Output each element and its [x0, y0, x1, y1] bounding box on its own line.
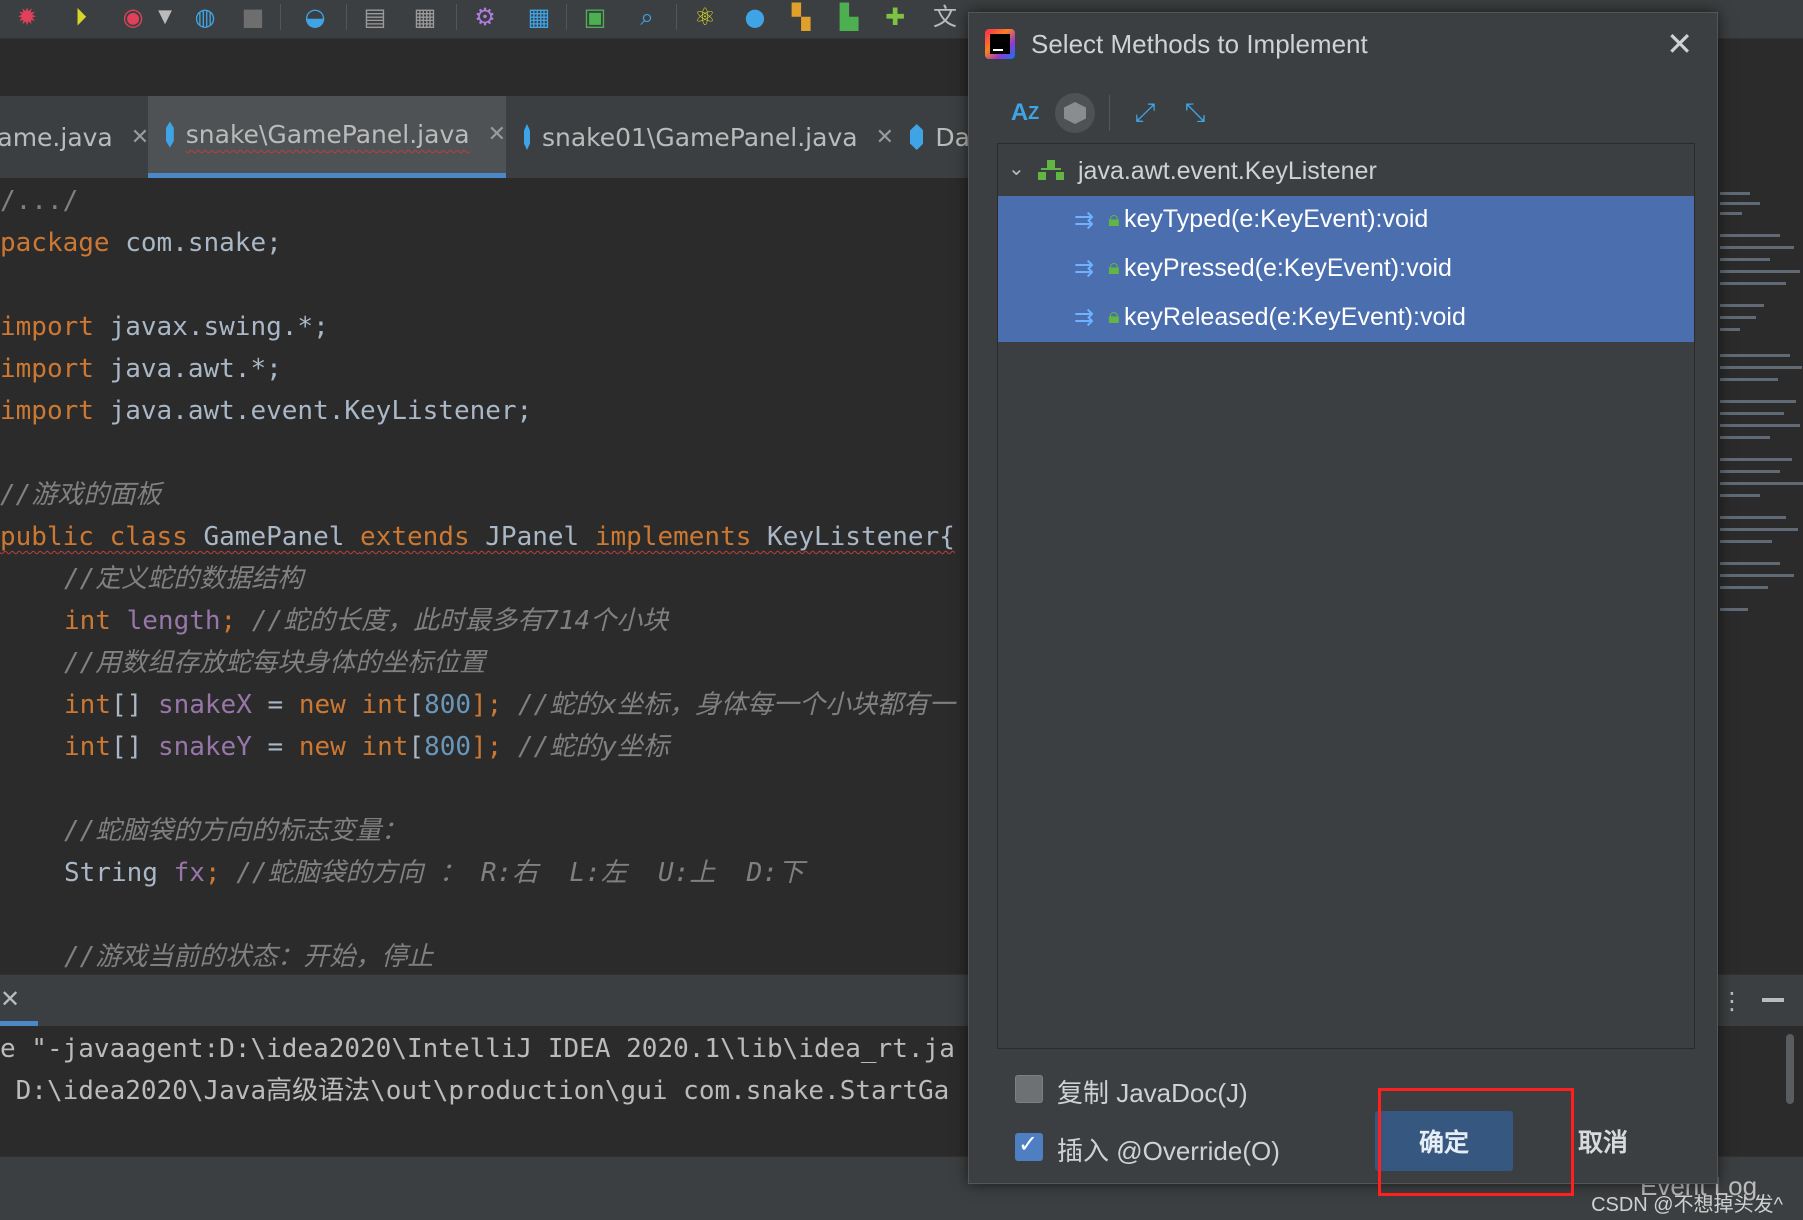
tree-item-method[interactable]: ⇉ 🔒︎ keyReleased(e:KeyEvent):void	[998, 293, 1694, 342]
code-line: //游戏当前的状态：开始，停止	[64, 942, 434, 972]
tree-node-interface[interactable]: ⌄ java.awt.event.KeyListener	[998, 144, 1694, 200]
sync-icon[interactable]: ◒	[300, 2, 330, 32]
run-coverage-icon[interactable]: ⏵	[66, 2, 96, 32]
code-line: package com.snake;	[0, 228, 282, 258]
select-methods-dialog: Select Methods to Implement ✕ AZ ⤢ ⤡ ⌄ j…	[968, 12, 1718, 1184]
code-minimap[interactable]	[1715, 178, 1803, 974]
tab-snake01-gamepanel[interactable]: snake01\GamePanel.java ✕	[524, 96, 894, 178]
settings-icon[interactable]: ⚙	[470, 2, 500, 32]
collapse-all-icon[interactable]: ⤡	[1175, 93, 1215, 133]
code-line: //用数组存放蛇每块身体的坐标位置	[64, 648, 486, 678]
more-icon[interactable]: ⋮	[1720, 987, 1744, 1015]
toolbar-separator	[280, 4, 281, 30]
lock-icon: 🔒︎	[1108, 206, 1120, 231]
debug-icon[interactable]: ✹	[12, 2, 42, 32]
insert-override-checkbox[interactable]: ✓	[1015, 1130, 1043, 1161]
code-line: int[] snakeX = new int[800]; //蛇的x坐标，身体每…	[64, 690, 955, 720]
method-label: keyTyped(e:KeyEvent):void	[1124, 205, 1429, 233]
java-class-icon	[910, 124, 924, 150]
editor-tab-bar: Game.java ✕ snake\GamePanel.java ✕ snake…	[0, 96, 1000, 179]
code-line: import javax.swing.*;	[0, 312, 329, 342]
deploy-icon[interactable]: ▦	[410, 2, 440, 32]
layout-icon[interactable]: ▚	[786, 2, 816, 32]
dialog-title: Select Methods to Implement	[1031, 29, 1368, 59]
code-editor[interactable]: /.../ package com.snake; import javax.sw…	[0, 178, 970, 974]
code-line: String fx; //蛇脑袋的方向 ： R:右 L:左 U:上 D:下	[64, 858, 804, 888]
method-label: keyPressed(e:KeyEvent):void	[1124, 254, 1452, 282]
interface-shape	[1064, 102, 1086, 124]
build-icon[interactable]: ▤	[360, 2, 390, 32]
interface-name: java.awt.event.KeyListener	[1078, 157, 1377, 185]
close-icon[interactable]: ✕	[1666, 25, 1693, 63]
terminal-icon[interactable]: ▣	[580, 2, 610, 32]
update-icon[interactable]: ◍	[190, 2, 220, 32]
code-line: import java.awt.*;	[0, 354, 282, 384]
copy-javadoc-checkbox[interactable]	[1015, 1075, 1043, 1103]
tab-label: snake\GamePanel.java	[185, 120, 470, 149]
scrollbar[interactable]	[1786, 1034, 1794, 1104]
tab-game-java[interactable]: Game.java ✕	[0, 96, 149, 178]
code-line: //蛇脑袋的方向的标志变量：	[64, 816, 408, 846]
interface-hierarchy-icon	[1038, 160, 1064, 182]
close-icon[interactable]: ✕	[0, 985, 20, 1013]
code-line: int[] snakeY = new int[800]; //蛇的y坐标	[64, 732, 669, 762]
close-icon[interactable]: ✕	[131, 125, 149, 150]
dialog-title-bar[interactable]: Select Methods to Implement ✕	[969, 13, 1717, 77]
tree-item-method[interactable]: ⇉ 🔒︎ keyPressed(e:KeyEvent):void	[998, 244, 1694, 293]
chart-icon[interactable]: ▙	[834, 2, 864, 32]
expand-all-icon[interactable]: ⤢	[1125, 93, 1165, 133]
sort-alphabetically-icon[interactable]: AZ	[1005, 93, 1045, 133]
toolbar-separator	[676, 4, 677, 30]
profiler-icon[interactable]: ◉	[118, 2, 148, 32]
close-icon[interactable]: ✕	[488, 122, 506, 147]
java-class-icon	[166, 121, 174, 148]
methods-tree[interactable]: ⌄ java.awt.event.KeyListener ⇉ 🔒︎ keyTyp…	[997, 143, 1695, 1049]
tab-label: Da	[935, 122, 970, 152]
code-line: //定义蛇的数据结构	[64, 564, 304, 594]
tab-label: snake01\GamePanel.java	[541, 122, 858, 152]
chevron-down-icon[interactable]: ⌄	[1008, 156, 1025, 181]
console-line: e "-javaagent:D:\idea2020\IntelliJ IDEA …	[0, 1034, 955, 1064]
java-class-icon	[524, 124, 530, 150]
close-icon[interactable]: ✕	[876, 125, 894, 150]
lock-icon: 🔒︎	[1108, 254, 1120, 279]
console-line: D:\idea2020\Java高级语法\out\production\gui …	[0, 1076, 950, 1106]
toolbar-separator	[1109, 95, 1110, 131]
plugin-icon[interactable]: ✚	[880, 2, 910, 32]
code-line: /.../	[0, 186, 79, 216]
code-line: //游戏的面板	[0, 480, 162, 510]
translate-icon[interactable]: 文	[930, 2, 960, 32]
dropdown-icon[interactable]: ▼	[150, 2, 180, 32]
tab-label: Game.java	[0, 122, 113, 152]
code-line: import java.awt.event.KeyListener;	[0, 396, 533, 426]
intellij-logo-icon	[985, 29, 1015, 59]
stop-icon[interactable]: ■	[238, 2, 268, 32]
checkmark-icon: ✓	[1018, 1130, 1039, 1158]
toolbar-separator	[346, 4, 347, 30]
copy-javadoc-label: 复制 JavaDoc(J)	[1057, 1078, 1248, 1108]
code-line: int length; //蛇的长度，此时最多有714个小块	[64, 606, 669, 636]
method-icon: ⇉	[1074, 304, 1095, 331]
annotation-highlight-box	[1378, 1088, 1574, 1196]
code-line: public class GamePanel extends JPanel im…	[0, 522, 955, 552]
group-by-interface-icon[interactable]	[1055, 93, 1095, 133]
search-icon[interactable]: ⌕	[632, 2, 662, 32]
structure-icon[interactable]: ▦	[524, 2, 554, 32]
tab-snake-gamepanel[interactable]: snake\GamePanel.java ✕	[148, 96, 506, 178]
toolbar-separator	[456, 4, 457, 30]
lock-icon: 🔒︎	[1108, 303, 1120, 328]
method-label: keyReleased(e:KeyEvent):void	[1124, 303, 1466, 331]
watermark: CSDN @不想掉头发^	[1591, 1194, 1783, 1216]
minimize-icon[interactable]	[1762, 998, 1784, 1002]
tree-item-method[interactable]: ⇉ 🔒︎ keyTyped(e:KeyEvent):void	[998, 196, 1694, 244]
toolbar-separator	[566, 4, 567, 30]
method-icon: ⇉	[1074, 255, 1095, 282]
method-icon: ⇉	[1074, 207, 1095, 234]
point-icon[interactable]: ●	[740, 2, 770, 32]
tab-da[interactable]: Da	[910, 96, 970, 178]
insert-override-label: 插入 @Override(O)	[1057, 1136, 1280, 1166]
react-icon[interactable]: ⚛	[690, 2, 720, 32]
